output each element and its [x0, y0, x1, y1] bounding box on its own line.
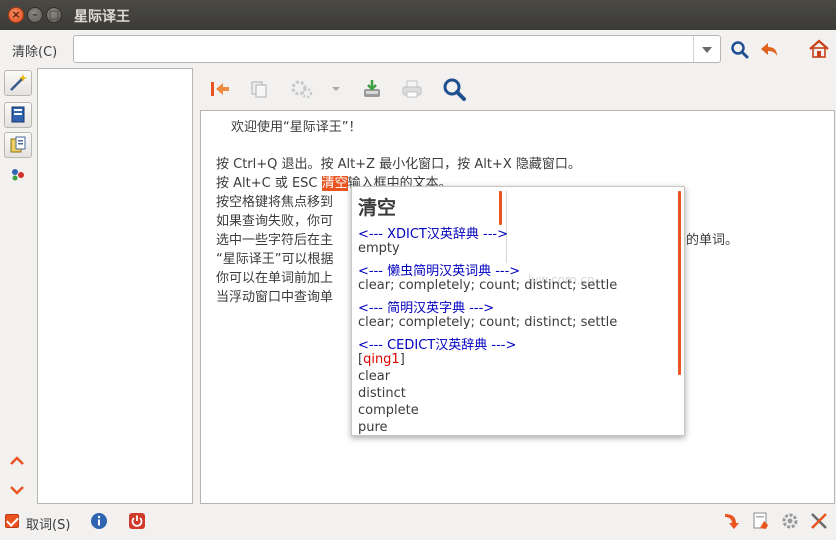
welcome-line-4: 如果查询失败，你可 [216, 214, 334, 229]
window-title: 星际译王 [74, 9, 130, 25]
welcome-line-1: 按 Ctrl+Q 退出。按 Alt+Z 最小化窗口，按 Alt+X 隐藏窗口。 [216, 157, 581, 172]
maximize-icon: □ [48, 8, 60, 21]
pinyin-line: [qing1] [358, 352, 405, 367]
scan-checkbox[interactable] [5, 514, 19, 528]
popup-inner-scrollbar[interactable] [499, 191, 502, 225]
definition-line: complete [358, 403, 419, 418]
welcome-line-3: 按空格键将焦点移到 [216, 195, 334, 210]
print-icon[interactable] [401, 78, 423, 100]
welcome-line-7: 你可以在单词前加上 [216, 271, 334, 286]
pinyin-close: ] [399, 352, 405, 367]
pronounce-dropdown-icon[interactable] [331, 85, 341, 93]
welcome-line-5-tail: 的单词。 [686, 233, 739, 248]
left-toolbar [3, 68, 33, 504]
chevron-down-icon[interactable] [9, 484, 25, 496]
definition-line: empty [358, 241, 400, 256]
magic-wand-icon [10, 74, 27, 91]
fulltext-search-button[interactable] [4, 132, 32, 158]
dict-header-lazyworm: <--- 懒虫简明汉英词典 ---> [358, 264, 521, 279]
book-icon [11, 106, 25, 123]
status-bar [0, 506, 836, 540]
manage-dict-icon[interactable] [751, 511, 771, 531]
close-window-button[interactable]: × [8, 7, 24, 23]
maximize-window-button[interactable]: □ [46, 7, 62, 23]
dict-header-jianming: <--- 简明汉英字典 ---> [358, 301, 495, 316]
selected-word[interactable]: 清空 [321, 176, 348, 191]
title-bar: × – □ 星际译王 [0, 0, 836, 30]
word-list-pane[interactable] [37, 68, 193, 504]
find-icon[interactable] [442, 77, 468, 103]
color-dots-icon[interactable] [9, 166, 27, 184]
dict-header-xdict: <--- XDICT汉英辞典 ---> [358, 227, 508, 242]
definition-toolbar [200, 68, 836, 110]
info-icon[interactable] [90, 512, 108, 530]
dict-list-button[interactable] [4, 102, 32, 128]
documents-icon [10, 136, 26, 153]
welcome-line-2-a: 按 Alt+C 或 ESC [216, 176, 322, 191]
dict-header-cedict: <--- CEDICT汉英辞典 ---> [358, 338, 517, 353]
minimize-icon: – [32, 8, 38, 21]
history-dropdown-button[interactable] [693, 36, 720, 62]
definition-line: clear [358, 369, 391, 384]
welcome-line-8: 当浮动窗口中查询单 [216, 290, 334, 305]
import-word-icon[interactable] [209, 80, 231, 98]
definition-line: clear; completely; count; distinct; sett… [358, 315, 618, 330]
close-icon: × [11, 8, 21, 21]
welcome-title: 欢迎使用“星际译王”！ [231, 120, 362, 135]
clear-button[interactable]: 清除(C) [12, 41, 57, 60]
definition-line: distinct [358, 386, 406, 401]
chevron-up-icon[interactable] [9, 454, 25, 466]
settings-gear-icon[interactable] [780, 511, 800, 531]
search-icon[interactable] [730, 40, 750, 60]
definition-line: pure [358, 420, 388, 435]
floating-lookup-window[interactable]: lvw.com.cn 清空 <--- XDICT汉英辞典 ---> empty … [351, 186, 685, 436]
preferences-tools-icon[interactable] [809, 511, 829, 531]
save-icon[interactable] [361, 78, 383, 100]
definition-line: clear; completely; count; distinct; sett… [358, 278, 618, 293]
pinyin: qing1 [363, 352, 400, 367]
back-icon[interactable] [758, 40, 780, 60]
welcome-line-5: 选中一些字符后在主 [216, 233, 334, 248]
home-icon[interactable] [808, 38, 830, 60]
popup-headword: 清空 [358, 197, 397, 219]
export-icon[interactable] [722, 511, 742, 531]
copy-icon[interactable] [249, 79, 269, 99]
popup-scrollbar[interactable] [678, 191, 681, 375]
welcome-line-6: “星际译王”可以根据 [216, 252, 334, 267]
query-combobox[interactable] [73, 35, 721, 63]
minimize-window-button[interactable]: – [27, 7, 43, 23]
power-icon[interactable] [128, 512, 146, 530]
pronounce-gear-icon[interactable] [289, 78, 315, 100]
scan-mode-button[interactable] [4, 70, 32, 96]
query-input[interactable] [78, 38, 692, 62]
scan-label[interactable]: 取词(S) [26, 514, 70, 533]
